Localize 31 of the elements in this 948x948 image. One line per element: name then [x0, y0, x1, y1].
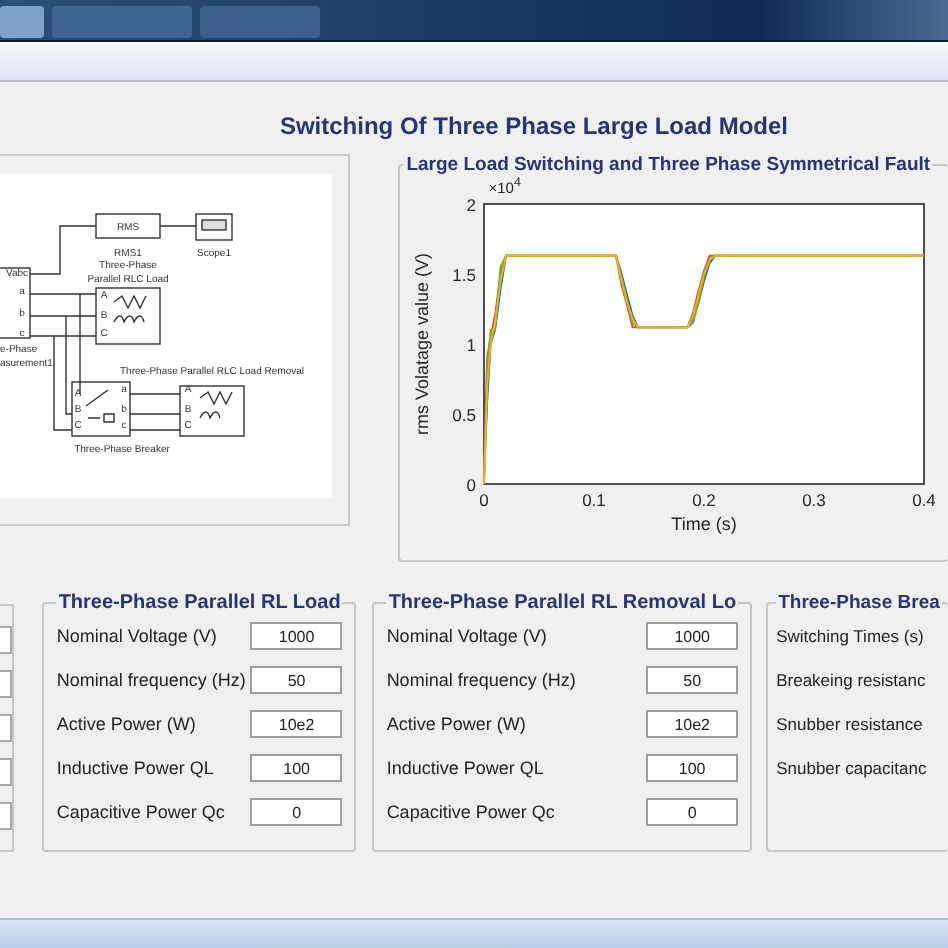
field-label: Nominal Voltage (V)	[386, 626, 547, 646]
field-label: Nominal frequency (Hz)	[386, 670, 576, 690]
field-label: Inductive Power QL	[56, 758, 214, 778]
field-label: Snubber capacitanc	[776, 758, 927, 778]
x-axis-label: Time (s)	[671, 514, 738, 534]
panel-title: Three-Phase Parallel RL Load	[56, 592, 343, 614]
field-label: Capacitive Power Qc	[386, 802, 555, 822]
field-label: Capacitive Power Qc	[56, 802, 225, 822]
field-label: Inductive Power QL	[386, 758, 544, 778]
field-label: Snubber resistance	[776, 714, 923, 734]
field-label: Switching Times (s)	[776, 626, 924, 646]
panel-title: Three-Phase Parallel RL Removal Lo	[386, 592, 739, 614]
panel-title: Large Load Switching and Three Phase Symmetrical Fault	[404, 154, 933, 176]
y-tick-label: 0.5	[452, 405, 477, 425]
x-tick-label: 0.4	[912, 490, 937, 510]
x-tick-label: 0.2	[692, 490, 717, 510]
y-tick-label: 1	[466, 335, 477, 355]
y-axis-label: rms Volatage value (V)	[412, 252, 433, 436]
y-tick-label: 1.5	[452, 265, 477, 285]
x-tick-label: 0.3	[802, 490, 827, 510]
y-tick-label: 2	[466, 195, 477, 215]
field-label: Active Power (W)	[386, 714, 526, 734]
x-tick-label: 0	[479, 490, 490, 510]
x-tick-label: 0.1	[582, 490, 607, 510]
panel-title: Three-Phase Brea	[776, 592, 942, 614]
window-title: Switching Of Three Phase Large Load Model	[277, 110, 791, 138]
field-label: Nominal frequency (Hz)	[56, 670, 246, 690]
field-label: Active Power (W)	[56, 714, 196, 734]
field-label: Breakeing resistanc	[776, 670, 926, 690]
y-tick-label: 0	[466, 475, 477, 495]
field-label: Nominal Voltage (V)	[56, 626, 217, 646]
